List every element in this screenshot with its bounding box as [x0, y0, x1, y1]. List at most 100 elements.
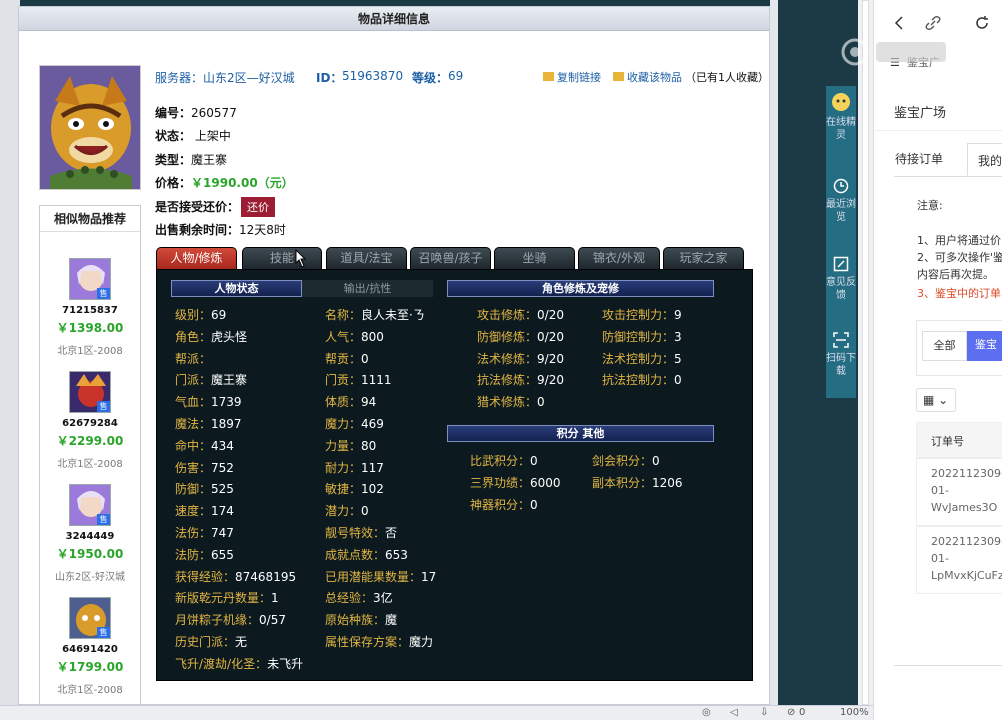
table-header-order: 订单号	[916, 422, 1002, 458]
stat-label: 耐力：	[325, 460, 362, 475]
refresh-icon[interactable]	[974, 15, 990, 31]
similar-item-id: 3244449	[65, 531, 115, 542]
server-label: 服务器：	[155, 71, 204, 85]
block-icon[interactable]: ⊘	[787, 707, 795, 718]
stat-label: 门派：	[175, 373, 212, 388]
stat-value: 0	[361, 504, 369, 519]
score-header: 积分 其他	[447, 425, 714, 442]
tab-outfits[interactable]: 锦衣/外观	[578, 247, 660, 269]
stat-label: 剑会积分：	[592, 454, 653, 468]
stat-row: 人气：800	[325, 328, 384, 345]
tool-scan-download[interactable]: 扫码下载	[826, 332, 856, 378]
status-row: 状态： 上架中	[155, 129, 231, 143]
table-row[interactable]: 2022112309-x01-WvJames3O	[916, 458, 1002, 526]
view-toggle[interactable]: ▦ ⌄	[916, 388, 956, 412]
stat-row: 月饼粽子机缘：0/57	[175, 611, 286, 628]
filter-jianbao-button[interactable]: 鉴宝	[967, 331, 1002, 361]
stat-value: 魔王寨	[211, 373, 248, 388]
similar-item-server: 北京1区-2008	[57, 459, 123, 470]
note-title: 注意:	[917, 199, 943, 212]
stat-value: 魔力	[409, 635, 434, 649]
stat-label: 帮派：	[175, 351, 212, 366]
tab-my-orders[interactable]: 我的	[967, 143, 1002, 176]
stat-row: 名称：良人未至·ㄋ	[325, 306, 425, 323]
stat-row: 靓号特效：否	[325, 524, 397, 541]
similar-items-box: 相似物品推荐 售 71215837 ￥1398.00 北京1区-2008 售 6…	[39, 205, 141, 704]
stat-label: 潜力：	[325, 504, 362, 519]
scrollbar[interactable]	[858, 0, 873, 705]
stat-label: 法术修炼：	[477, 351, 538, 366]
stat-value: 102	[361, 482, 384, 497]
server-info-row: 服务器： 山东2区—好汉城 ID： 51963870 等级： 69 复制链接 收…	[155, 69, 769, 85]
table-row[interactable]: 2022112309-x01-LpMvxKjCuFz	[916, 526, 1002, 594]
link-icon[interactable]	[925, 15, 941, 31]
tab-skills[interactable]: 技能	[242, 247, 322, 269]
stat-row: 获得经验：87468195	[175, 568, 296, 585]
tab-pets[interactable]: 召唤兽/孩子	[410, 247, 491, 269]
stat-label: 获得经验：	[175, 569, 236, 584]
tab-mounts[interactable]: 坐骑	[494, 247, 575, 269]
subtab-character-status[interactable]: 人物状态	[171, 280, 302, 297]
stat-row: 门派：魔王寨	[175, 371, 247, 388]
stat-value: 747	[211, 526, 234, 540]
stat-row: 法术控制力：5	[602, 350, 682, 367]
stat-row: 原始种族：魔	[325, 611, 397, 628]
similar-item-price: ￥2299.00	[56, 434, 124, 448]
block-count: 0	[799, 707, 806, 718]
stat-row: 法防：655	[175, 546, 234, 563]
note-line-4: 3、鉴宝中的订单	[917, 287, 1001, 300]
stat-label: 防御修炼：	[477, 329, 538, 344]
counter-offer-button[interactable]: 还价	[241, 197, 276, 217]
copy-link-button[interactable]: 复制链接	[543, 69, 601, 85]
counter-offer-row: 是否接受还价： 还价	[155, 197, 276, 217]
shield-icon[interactable]: ◎	[702, 707, 711, 718]
stat-row: 攻击控制力：9	[602, 306, 682, 323]
stat-value: 87468195	[235, 569, 297, 584]
stat-row: 属性保存方案：魔力	[325, 633, 433, 650]
stat-label: 体质：	[325, 395, 362, 410]
stat-value: 525	[211, 482, 234, 497]
stat-row: 历史门派：无	[175, 633, 247, 650]
scan-icon	[833, 332, 849, 348]
stat-label: 新版乾元丹数量：	[175, 591, 272, 606]
right-gutter	[770, 0, 778, 705]
zoom-level[interactable]: 100%	[840, 707, 869, 718]
stat-label: 魔力：	[325, 417, 362, 431]
tab-home[interactable]: 玩家之家	[663, 247, 744, 269]
stat-value: 3亿	[373, 591, 393, 606]
tool-recent-view[interactable]: 最近浏览	[826, 178, 856, 224]
tab-pending-orders[interactable]: 待接订单	[895, 147, 965, 177]
status-bar: ◎ ◁ ⇩ ⊘ 0 100%	[0, 705, 873, 720]
stat-row: 剑会积分：0	[592, 452, 660, 469]
stat-row: 级别：69	[175, 306, 226, 323]
stat-value: 3	[674, 329, 682, 344]
edit-icon	[833, 256, 849, 272]
tab-character[interactable]: 人物/修炼	[156, 247, 237, 269]
stat-label: 角色：	[175, 329, 212, 344]
subtab-output-resist[interactable]: 输出/抗性	[302, 280, 433, 297]
stat-row: 已用潜能果数量：17	[325, 568, 436, 585]
tool-online-sprite[interactable]: 在线精灵	[826, 92, 856, 142]
back-icon[interactable]	[894, 16, 904, 30]
volume-icon[interactable]: ◁	[730, 707, 738, 718]
stat-row: 门贡：1111	[325, 371, 392, 388]
stat-row: 新版乾元丹数量：1	[175, 589, 279, 606]
collect-button[interactable]: 收藏该物品	[613, 69, 682, 85]
stat-row: 体质：94	[325, 393, 376, 410]
stat-value: 0	[674, 373, 682, 388]
stat-row: 敏捷：102	[325, 480, 384, 497]
tab-items[interactable]: 道具/法宝	[326, 247, 407, 269]
stat-value: 0	[361, 351, 369, 366]
similar-item-id: 62679284	[62, 418, 118, 429]
level-label: 等级：	[412, 71, 449, 85]
download-icon[interactable]: ⇩	[760, 707, 768, 718]
copy-icon	[543, 72, 554, 81]
tool-feedback[interactable]: 意见反馈	[826, 256, 856, 302]
filter-all-button[interactable]: 全部	[922, 331, 967, 361]
stat-value: 良人未至·ㄋ	[361, 308, 425, 322]
stat-value: 80	[361, 438, 377, 453]
stat-row: 攻击修炼：0/20	[477, 306, 564, 323]
stat-label: 门贡：	[325, 373, 362, 388]
stat-row: 耐力：117	[325, 459, 384, 476]
stat-row: 抗法控制力：0	[602, 371, 682, 388]
